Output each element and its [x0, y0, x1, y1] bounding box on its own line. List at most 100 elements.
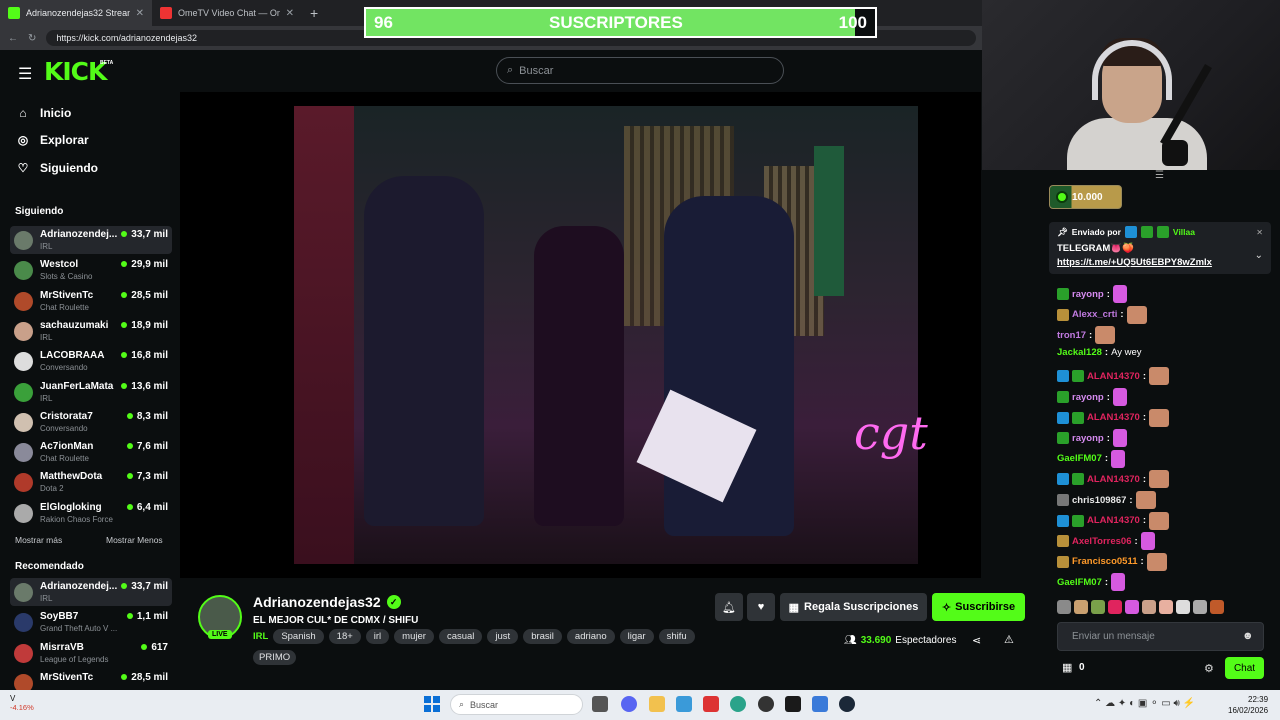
taskbar-search[interactable]: ⌕ Buscar	[450, 694, 583, 715]
sidebar-channel[interactable]: sachauzumaki IRL 18,9 mil	[10, 317, 172, 345]
share-icon[interactable]: ⋖	[972, 634, 981, 647]
chat-send-button[interactable]: Chat	[1225, 657, 1264, 679]
chat-username[interactable]: rayonp	[1072, 433, 1104, 444]
file-explorer-icon[interactable]	[649, 696, 665, 712]
search-input[interactable]: ⌕ Buscar	[496, 57, 784, 84]
show-less-button[interactable]: Mostrar Menos	[106, 535, 163, 545]
chat-username[interactable]: GaelFM07	[1057, 453, 1102, 464]
follow-button[interactable]: ♥	[747, 593, 775, 621]
close-icon[interactable]: ✕	[286, 8, 294, 19]
emote-icon[interactable]	[1193, 600, 1207, 614]
back-icon[interactable]: ←	[8, 33, 18, 44]
sidebar-channel[interactable]: Ac7ionMan Chat Roulette 7,6 mil	[10, 438, 172, 466]
chat-username[interactable]: rayonp	[1072, 392, 1104, 403]
sidebar-channel[interactable]: SoyBB7 Grand Theft Auto V ... 1,1 mil	[10, 608, 172, 636]
tag[interactable]: irl	[365, 629, 390, 644]
pinned-message[interactable]: 📌︎ Enviado por Villaa TELEGRAM👅🍑 https:/…	[1049, 222, 1271, 274]
sidebar-channel[interactable]: Cristorata7 Conversando 8,3 mil	[10, 408, 172, 436]
emote-icon[interactable]	[1108, 600, 1122, 614]
show-more-button[interactable]: Mostrar más	[15, 535, 62, 545]
subscribe-button[interactable]: ✧ Suscribirse	[932, 593, 1025, 621]
tag[interactable]: casual	[438, 629, 483, 644]
sidebar-channel[interactable]: JuanFerLaMata IRL 13,6 mil	[10, 378, 172, 406]
tag[interactable]: shifu	[658, 629, 695, 644]
nav-explorar[interactable]: ◎ Explorar	[16, 133, 89, 147]
emote-icon[interactable]	[1091, 600, 1105, 614]
pinned-link[interactable]: https://t.me/+UQ5Ut6EBPY8wZmlx	[1057, 257, 1263, 268]
emote-icon[interactable]	[1159, 600, 1173, 614]
notepad-icon[interactable]	[812, 696, 828, 712]
capcut-icon[interactable]	[785, 696, 801, 712]
obs-icon[interactable]	[758, 696, 774, 712]
chat-username[interactable]: ALAN14370	[1087, 474, 1140, 485]
system-clock[interactable]: 22:39 16/02/2026	[1228, 694, 1268, 716]
chat-username[interactable]: Alexx_crti	[1072, 309, 1117, 320]
emoji-icon[interactable]: ☻	[1242, 630, 1254, 642]
chat-username[interactable]: ALAN14370	[1087, 515, 1140, 526]
chat-username[interactable]: chris109867	[1072, 495, 1126, 506]
emote-icon[interactable]	[1176, 600, 1190, 614]
emote-icon[interactable]	[1125, 600, 1139, 614]
task-view-icon[interactable]	[592, 696, 608, 712]
gear-icon[interactable]: ⚙	[1204, 662, 1214, 675]
emote-icon[interactable]	[1210, 600, 1224, 614]
notification-bell-button[interactable]: 🔔︎	[715, 593, 743, 621]
nav-inicio[interactable]: ⌂ Inicio	[16, 106, 71, 120]
edge-icon[interactable]	[676, 696, 692, 712]
gift-subs-button[interactable]: ▦ Regala Suscripciones	[780, 593, 927, 621]
tab-kick-stream[interactable]: Adrianozendejas32 Stream - І ✕	[0, 0, 152, 26]
emote-icon[interactable]	[1057, 600, 1071, 614]
chat-username[interactable]: ALAN14370	[1087, 412, 1140, 423]
sidebar-channel[interactable]: Adrianozendej... IRL 33,7 mil	[10, 578, 172, 606]
new-tab-button[interactable]: +	[302, 5, 326, 21]
tag[interactable]: PRIMO	[253, 650, 297, 665]
chat-username[interactable]: AxelTorres06	[1072, 536, 1132, 547]
unpin-icon[interactable]: ✕	[1256, 228, 1263, 237]
tag[interactable]: just	[487, 629, 519, 644]
chat-username[interactable]: Jackal128	[1057, 347, 1102, 358]
menu-icon[interactable]: ☰	[18, 64, 32, 84]
pinned-user[interactable]: Villaa	[1173, 227, 1195, 237]
discord-icon[interactable]	[621, 696, 637, 712]
sidebar-channel[interactable]: MatthewDota Dota 2 7,3 mil	[10, 468, 172, 496]
emote-icon[interactable]	[1142, 600, 1156, 614]
start-icon[interactable]	[424, 696, 440, 712]
tag[interactable]: mujer	[394, 629, 434, 644]
browser-icon[interactable]	[730, 696, 746, 712]
sidebar-channel[interactable]: Westcol Slots & Casino 29,9 mil	[10, 256, 172, 284]
steam-icon[interactable]	[839, 696, 855, 712]
reload-icon[interactable]: ↻	[28, 33, 36, 44]
category-link[interactable]: IRL	[253, 631, 268, 642]
chevron-down-icon[interactable]: ⌄	[1255, 250, 1263, 261]
chat-input[interactable]: Enviar un mensaje	[1057, 622, 1264, 651]
kicks-leaderboard-badge[interactable]: 10.000	[1049, 185, 1122, 209]
tag[interactable]: brasil	[523, 629, 562, 644]
streamer-name[interactable]: Adrianozendejas32 ✓	[253, 594, 401, 610]
sidebar-channel[interactable]: MrStivenTc Chat Roulette 28,5 mil	[10, 287, 172, 315]
tag[interactable]: Spanish	[273, 629, 324, 644]
video-player[interactable]: cgt	[180, 92, 981, 578]
sidebar-channel[interactable]: ElGlogloking Rakion Chaos Force 6,4 mil	[10, 499, 172, 527]
tag[interactable]: ligar	[619, 629, 654, 644]
close-icon[interactable]: ✕	[136, 8, 144, 19]
chat-username[interactable]: rayonp	[1072, 289, 1104, 300]
sidebar-channel[interactable]: LACOBRAAA Conversando 16,8 mil	[10, 347, 172, 375]
chat-username[interactable]: ALAN14370	[1087, 371, 1140, 382]
system-tray[interactable]: ⌃ ☁ ✦ ◐ ▣ ⚬ ▭ 🔊︎ ⚡	[1094, 698, 1195, 709]
tab-ometv[interactable]: OmeTV Video Chat — Omegle Ra ✕	[152, 0, 302, 26]
nav-siguiendo[interactable]: ♡ Siguiendo	[16, 161, 98, 175]
app-icon[interactable]	[703, 696, 719, 712]
gift-icon[interactable]: ▦	[1062, 661, 1072, 674]
kick-logo[interactable]: KICK	[44, 57, 107, 86]
sidebar-channel[interactable]: Adrianozendej... IRL 33,7 mil	[10, 226, 172, 254]
emote-icon[interactable]	[1074, 600, 1088, 614]
sidebar-channel[interactable]: MisrraVB League of Legends 617	[10, 639, 172, 667]
tag[interactable]: 18+	[328, 629, 361, 644]
drag-handle-icon[interactable]: ☰	[1155, 170, 1164, 181]
widget-stock[interactable]: V -4.16%	[10, 694, 34, 712]
tag[interactable]: adriano	[566, 629, 615, 644]
chat-username[interactable]: tron17	[1057, 330, 1086, 341]
chat-username[interactable]: GaelFM07	[1057, 577, 1102, 588]
chat-username[interactable]: Francisco0511	[1072, 556, 1138, 567]
report-icon[interactable]: ⚠	[1004, 633, 1014, 646]
